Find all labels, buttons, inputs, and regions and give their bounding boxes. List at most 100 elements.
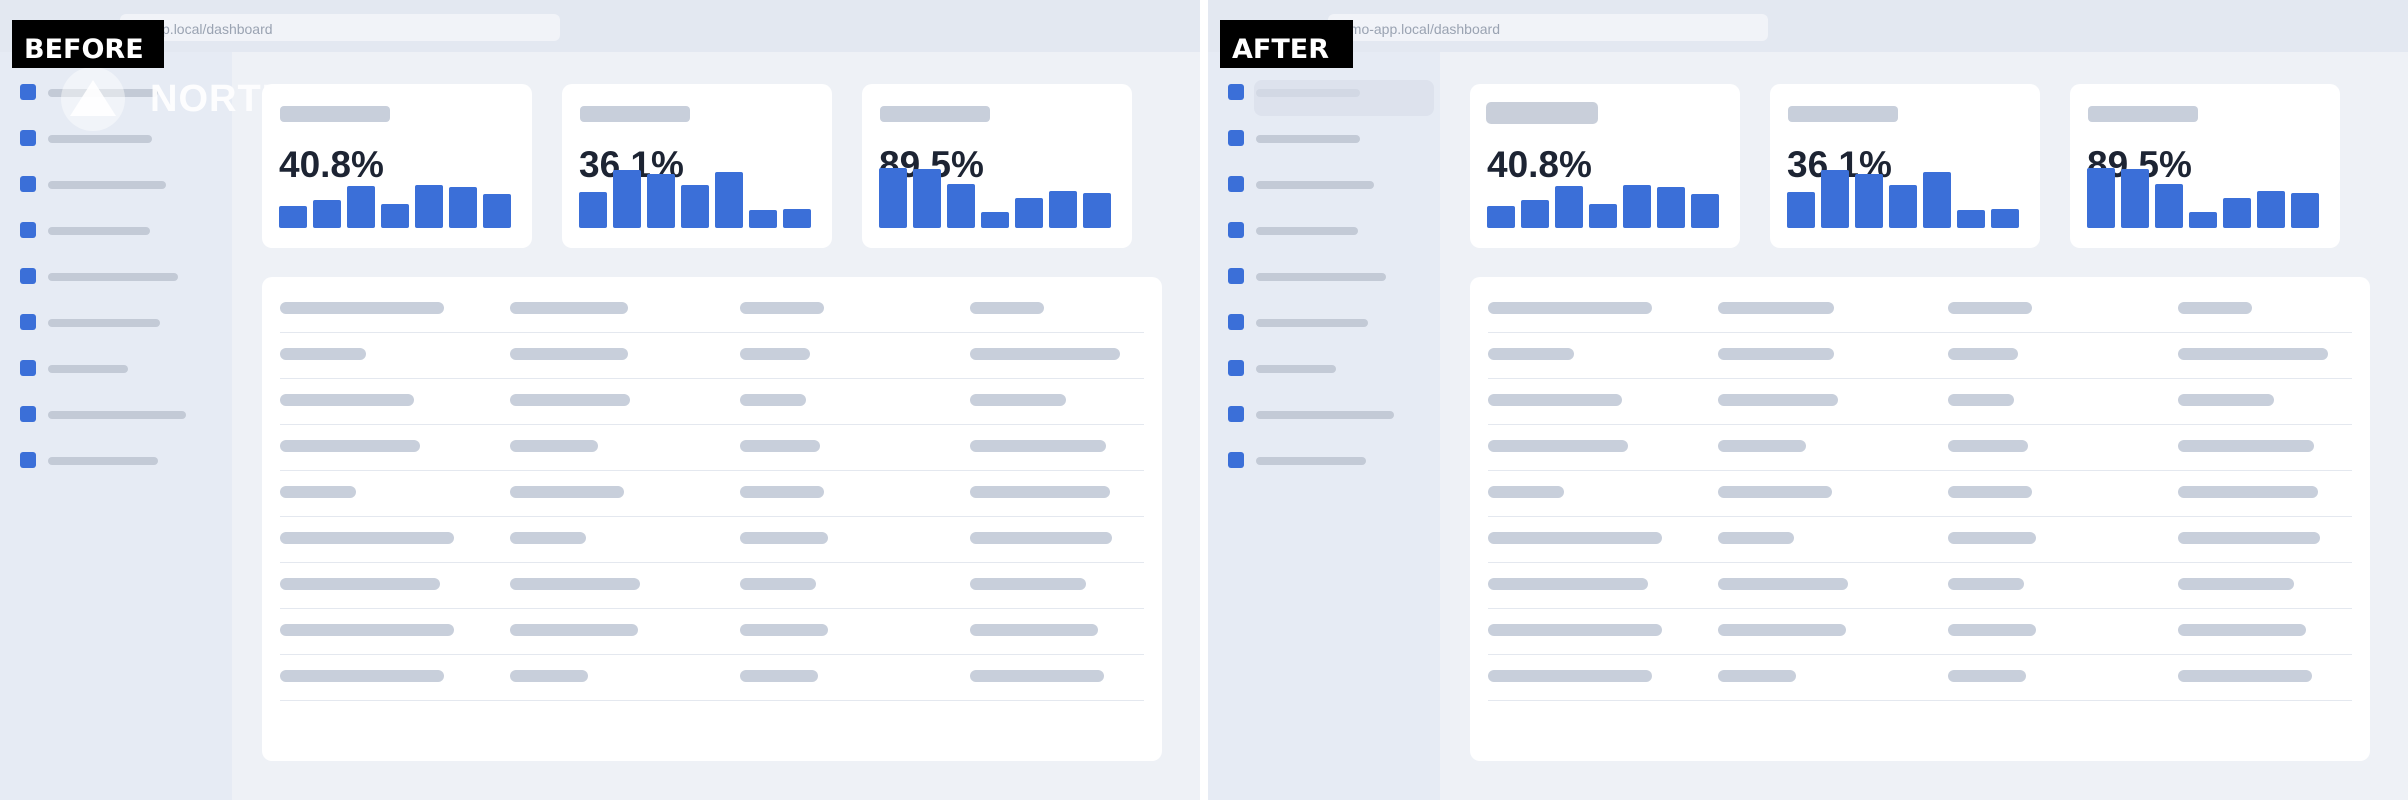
sparkline-chart <box>1487 168 1723 228</box>
sparkline-bar <box>681 185 709 228</box>
table-row[interactable] <box>280 287 1144 333</box>
sparkline-bar <box>1083 193 1111 228</box>
table-cell <box>280 440 420 452</box>
sparkline-chart <box>2087 168 2323 228</box>
table-row[interactable] <box>1488 517 2352 563</box>
nav-square-icon <box>20 130 36 146</box>
metric-card: 36.1% <box>562 84 832 248</box>
sparkline-bar <box>647 174 675 228</box>
nav-label-placeholder <box>48 411 186 419</box>
nav-label-placeholder <box>1256 273 1386 281</box>
sparkline-bar <box>279 206 307 228</box>
nav-label-placeholder <box>1256 411 1394 419</box>
after-label: AFTER <box>1220 20 1353 68</box>
table-cell <box>1488 486 1564 498</box>
table-cell <box>2178 578 2294 590</box>
sparkline-chart <box>579 168 815 228</box>
sparkline-bar <box>879 168 907 228</box>
table-cell <box>280 302 444 314</box>
table-cell <box>2178 624 2306 636</box>
sparkline-bar <box>381 204 409 228</box>
address-bar[interactable]: e-app.local/dashboard <box>120 14 560 41</box>
table-cell <box>970 578 1086 590</box>
card-label-placeholder <box>580 106 690 122</box>
nav-square-icon <box>20 314 36 330</box>
card-label-placeholder <box>280 106 390 122</box>
nav-label-placeholder <box>1256 365 1336 373</box>
nav-square-icon <box>1228 452 1244 468</box>
browser-topbar: emo-app.local/dashboard <box>1208 0 2408 52</box>
sparkline-chart <box>279 168 515 228</box>
table-row[interactable] <box>280 425 1144 471</box>
table-row[interactable] <box>1488 471 2352 517</box>
nav-label-placeholder <box>1256 181 1374 189</box>
table-row[interactable] <box>280 609 1144 655</box>
table-cell <box>2178 394 2274 406</box>
table-cell <box>970 348 1120 360</box>
table-row[interactable] <box>280 333 1144 379</box>
sparkline-bar <box>483 194 511 228</box>
sparkline-bar <box>2087 168 2115 228</box>
table-cell <box>1948 624 2036 636</box>
nav-label-placeholder <box>48 227 150 235</box>
table-row[interactable] <box>280 517 1144 563</box>
table-cell <box>1488 348 1574 360</box>
metric-card: 89.5% <box>2070 84 2340 248</box>
sidebar <box>0 52 232 800</box>
sparkline-bar <box>1487 206 1515 228</box>
table-cell <box>510 394 630 406</box>
table-cell <box>1488 302 1652 314</box>
table-cell <box>280 486 356 498</box>
table-cell <box>510 440 598 452</box>
nav-label-placeholder <box>48 181 166 189</box>
sparkline-bar <box>1015 198 1043 228</box>
sparkline-bar <box>783 209 811 228</box>
nav-label-placeholder <box>48 319 160 327</box>
table-cell <box>2178 532 2320 544</box>
table-row[interactable] <box>280 563 1144 609</box>
sparkline-chart <box>1787 168 2023 228</box>
sparkline-bar <box>1855 174 1883 228</box>
sparkline-chart <box>879 168 1115 228</box>
table-cell <box>1718 578 1848 590</box>
table-cell <box>280 532 454 544</box>
nav-label-placeholder <box>48 365 128 373</box>
table-cell <box>740 302 824 314</box>
nav-square-icon <box>1228 360 1244 376</box>
sparkline-bar <box>981 212 1009 228</box>
table-cell <box>970 302 1044 314</box>
table-cell <box>1718 486 1832 498</box>
address-bar[interactable]: emo-app.local/dashboard <box>1328 14 1768 41</box>
nav-square-icon <box>20 268 36 284</box>
table-row[interactable] <box>1488 425 2352 471</box>
sparkline-bar <box>1623 185 1651 228</box>
table-row[interactable] <box>1488 563 2352 609</box>
table-row[interactable] <box>1488 379 2352 425</box>
table-row[interactable] <box>1488 609 2352 655</box>
table-cell <box>1488 532 1662 544</box>
table-row[interactable] <box>1488 655 2352 701</box>
metric-card: 36.1% <box>1770 84 2040 248</box>
table-cell <box>510 302 628 314</box>
nav-label-placeholder <box>48 135 152 143</box>
nav-square-icon <box>1228 314 1244 330</box>
sparkline-bar <box>579 192 607 228</box>
table-cell <box>1948 440 2028 452</box>
sparkline-bar <box>449 187 477 228</box>
data-table <box>262 277 1162 761</box>
table-row[interactable] <box>280 471 1144 517</box>
nav-square-icon <box>20 452 36 468</box>
table-cell <box>970 394 1066 406</box>
nav-square-icon <box>20 222 36 238</box>
sparkline-bar <box>415 185 443 228</box>
nav-label-placeholder <box>1256 319 1368 327</box>
table-row[interactable] <box>280 655 1144 701</box>
browser-topbar: e-app.local/dashboard <box>0 0 1200 52</box>
table-row[interactable] <box>1488 287 2352 333</box>
table-row[interactable] <box>1488 333 2352 379</box>
nav-label-placeholder <box>1256 135 1360 143</box>
sparkline-bar <box>2223 198 2251 228</box>
table-row[interactable] <box>280 379 1144 425</box>
table-cell <box>510 486 624 498</box>
sparkline-bar <box>1555 186 1583 228</box>
